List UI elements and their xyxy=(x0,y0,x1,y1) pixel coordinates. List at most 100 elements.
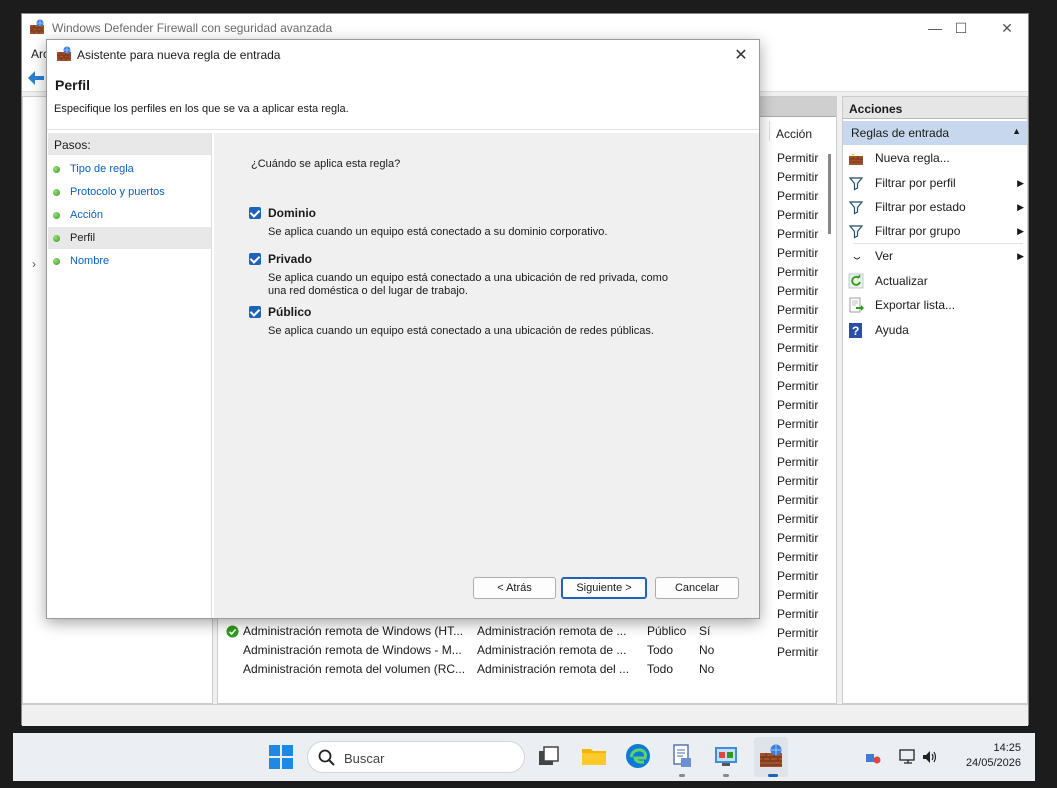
option-publico-title[interactable]: Público xyxy=(268,305,311,319)
collapse-up-icon[interactable]: ▲ xyxy=(1012,126,1021,136)
action-label: Ver xyxy=(875,249,894,263)
actions-pane: Acciones Reglas de entrada ▲ Nueva regla… xyxy=(842,96,1028,704)
action-cell: Permitir xyxy=(777,417,819,431)
action-filtrar-perfil[interactable]: Filtrar por perfil ▶ xyxy=(848,171,1024,195)
main-titlebar: Windows Defender Firewall con seguridad … xyxy=(22,14,1028,42)
search-placeholder: Buscar xyxy=(344,751,385,766)
step-protocolo-puertos[interactable]: Protocolo y puertos xyxy=(48,181,211,203)
back-arrow-icon[interactable] xyxy=(27,70,45,86)
action-cell: Permitir xyxy=(777,303,819,317)
action-ver[interactable]: Ver ▶ xyxy=(848,244,1024,268)
list-vertical-scrollbar[interactable] xyxy=(828,154,831,234)
action-label: Ayuda xyxy=(875,323,909,337)
action-label: Filtrar por estado xyxy=(875,200,966,214)
wizard-content: ¿Cuándo se aplica esta regla? Dominio Se… xyxy=(214,133,759,618)
submenu-arrow-icon: ▶ xyxy=(1017,178,1024,188)
cancel-button[interactable]: Cancelar xyxy=(655,577,739,599)
task-view-icon[interactable] xyxy=(536,743,562,769)
action-cell: Permitir xyxy=(777,436,819,450)
action-filtrar-estado[interactable]: Filtrar por estado ▶ xyxy=(848,195,1024,219)
clock-date: 24/05/2026 xyxy=(965,757,1021,769)
close-button[interactable]: ✕ xyxy=(984,14,1030,42)
action-cell: Permitir xyxy=(777,341,819,355)
control-panel-icon[interactable] xyxy=(713,743,739,769)
action-cell: Permitir xyxy=(777,455,819,469)
step-nombre[interactable]: Nombre xyxy=(48,250,211,272)
rule-enabled: No xyxy=(699,643,715,657)
wizard-titlebar: Asistente para nueva regla de entrada ✕ xyxy=(47,40,759,70)
file-explorer-icon[interactable] xyxy=(581,743,607,769)
step-perfil[interactable]: Perfil xyxy=(48,227,211,249)
profile-question: ¿Cuándo se aplica esta regla? xyxy=(251,158,401,170)
table-row[interactable]: Administración remota de Windows - M... … xyxy=(220,641,820,660)
wizard-close-button[interactable]: ✕ xyxy=(729,43,753,67)
firewall-taskbar-icon[interactable] xyxy=(758,743,784,769)
running-indicator xyxy=(679,774,685,777)
rule-profile: Público xyxy=(647,624,687,638)
option-dominio-desc: Se aplica cuando un equipo está conectad… xyxy=(268,226,608,238)
volume-icon[interactable] xyxy=(921,748,939,766)
export-icon xyxy=(849,297,864,313)
action-actualizar[interactable]: Actualizar xyxy=(848,269,1024,293)
action-ayuda[interactable]: ? Ayuda xyxy=(848,318,1024,342)
wizard-page-title: Perfil xyxy=(55,77,91,93)
filter-icon xyxy=(848,177,864,191)
step-status-icon xyxy=(53,235,60,242)
action-label: Filtrar por perfil xyxy=(875,176,956,190)
column-header-accion[interactable]: Acción xyxy=(776,127,812,141)
action-nueva-regla[interactable]: Nueva regla... xyxy=(848,146,1024,170)
action-exportar[interactable]: Exportar lista... xyxy=(848,293,1024,317)
actions-section-label: Reglas de entrada xyxy=(851,126,950,140)
step-status-icon xyxy=(53,258,60,265)
next-button[interactable]: Siguiente > xyxy=(561,577,647,599)
checkbox-privado[interactable] xyxy=(249,253,261,265)
step-accion[interactable]: Acción xyxy=(48,204,211,226)
action-filtrar-grupo[interactable]: Filtrar por grupo ▶ xyxy=(848,219,1024,243)
action-cell: Permitir xyxy=(777,474,819,488)
action-cell: Permitir xyxy=(777,227,819,241)
checkbox-dominio[interactable] xyxy=(249,207,261,219)
action-label: Nueva regla... xyxy=(875,151,950,165)
document-tool-icon[interactable] xyxy=(669,743,695,769)
view-icon xyxy=(853,256,861,260)
taskbar-search-box[interactable]: Buscar xyxy=(307,741,525,773)
steps-title: Pasos: xyxy=(48,133,211,155)
step-tipo-de-regla[interactable]: Tipo de regla xyxy=(48,158,211,180)
rule-group: Administración remota de ... xyxy=(477,624,627,638)
rule-name: Administración remota del volumen (RC... xyxy=(243,662,466,676)
action-cell: Permitir xyxy=(777,493,819,507)
clock-time: 14:25 xyxy=(993,742,1021,754)
step-status-icon xyxy=(53,189,60,196)
option-privado-title[interactable]: Privado xyxy=(268,252,312,266)
action-cell: Permitir xyxy=(777,189,819,203)
action-cell: Permitir xyxy=(777,569,819,583)
action-cell: Permitir xyxy=(777,284,819,298)
column-divider xyxy=(769,121,770,141)
refresh-icon xyxy=(848,273,864,289)
checkbox-publico[interactable] xyxy=(249,306,261,318)
actions-title: Acciones xyxy=(843,97,1027,119)
tree-expand-chevron-icon[interactable]: › xyxy=(32,257,36,271)
table-row[interactable]: Administración remota del volumen (RC...… xyxy=(220,660,820,679)
network-alert-icon[interactable] xyxy=(865,749,881,765)
help-icon: ? xyxy=(849,323,862,338)
rule-group: Administración remota de ... xyxy=(477,643,627,657)
actions-section-reglas-entrada[interactable]: Reglas de entrada ▲ xyxy=(843,121,1027,145)
monitor-icon[interactable] xyxy=(899,748,917,766)
back-button[interactable]: < Atrás xyxy=(473,577,556,599)
action-cell: Permitir xyxy=(777,208,819,222)
action-label: Filtrar por grupo xyxy=(875,224,961,238)
edge-browser-icon[interactable] xyxy=(625,743,651,769)
action-cell: Permitir xyxy=(777,588,819,602)
windows-start-icon[interactable] xyxy=(268,744,294,770)
tray-clock[interactable]: 14:25 24/05/2026 xyxy=(953,741,1021,771)
active-indicator xyxy=(768,774,778,777)
wizard-header: Perfil Especifique los perfiles en los q… xyxy=(47,70,759,130)
table-row[interactable]: Administración remota de Windows (HT... … xyxy=(220,622,820,641)
step-status-icon xyxy=(53,212,60,219)
maximize-button[interactable]: ☐ xyxy=(938,14,984,42)
submenu-arrow-icon: ▶ xyxy=(1017,202,1024,212)
option-dominio-title[interactable]: Dominio xyxy=(268,206,316,220)
step-label: Tipo de regla xyxy=(70,163,134,175)
filter-icon xyxy=(848,201,864,215)
